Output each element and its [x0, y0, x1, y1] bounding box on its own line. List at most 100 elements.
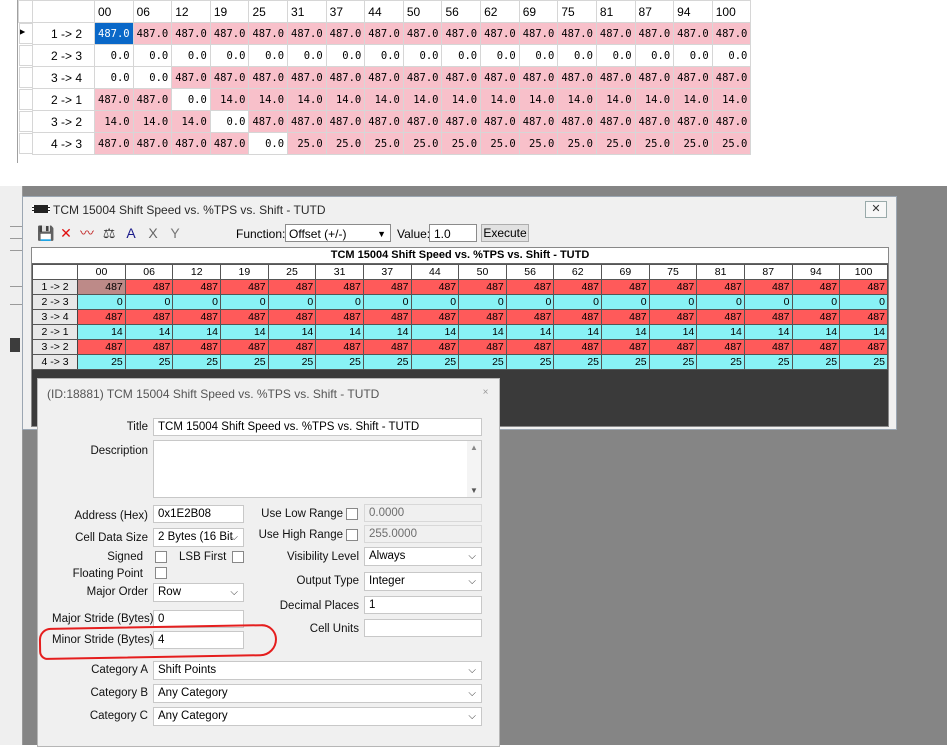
grid-cell[interactable]: 25.0	[364, 132, 404, 155]
top-grid-column-header[interactable]: 44	[364, 0, 404, 23]
grid-cell[interactable]: 0.0	[171, 88, 211, 111]
grid-cell[interactable]: 14.0	[94, 110, 134, 133]
grid-cell[interactable]: 25	[267, 354, 317, 370]
grid-cell[interactable]: 487	[124, 279, 174, 295]
scale-icon[interactable]: ⚖	[101, 225, 117, 241]
top-grid-column-header[interactable]: 94	[673, 0, 713, 23]
grid-column-header[interactable]: 19	[220, 264, 269, 280]
table-row[interactable]: ▸ 1 -> 2 487.0 487.0 487.0 487.0 487.0 487.0 487…	[18, 22, 752, 45]
grid-cell[interactable]: 487.0	[402, 110, 443, 133]
decimal-places-input[interactable]: 1	[364, 596, 482, 614]
grid-cell[interactable]: 487	[696, 339, 745, 355]
major-order-select[interactable]: Row ⌵	[153, 583, 244, 602]
grid-cell[interactable]: 14.0	[132, 110, 173, 133]
delete-icon[interactable]: ✕	[58, 225, 74, 241]
grid-row-header[interactable]: 3 -> 2	[31, 339, 79, 355]
grid-cell[interactable]: 487	[505, 309, 555, 325]
grid-cell[interactable]: 487	[601, 309, 650, 325]
clear-icon[interactable]: X	[145, 225, 161, 241]
row-selector[interactable]	[18, 66, 33, 88]
grid-column-header[interactable]: 62	[553, 264, 603, 280]
grid-cell[interactable]: 0.0	[634, 44, 675, 67]
grid-column-header[interactable]: 37	[362, 264, 412, 280]
table-row[interactable]: 2 -> 1 487.0 487.0 0.0 14.0 14.0 14.0 14.0 14.0 1…	[18, 88, 752, 111]
grid-cell[interactable]: 487.0	[711, 22, 752, 45]
grid-cell[interactable]: 0	[362, 294, 412, 310]
split-icon[interactable]: Y	[167, 225, 183, 241]
grid-cell[interactable]: 487	[124, 339, 174, 355]
top-grid-column-header[interactable]: 50	[402, 0, 443, 23]
grid-cell[interactable]: 487.0	[364, 110, 404, 133]
grid-cell[interactable]: 14.0	[325, 88, 366, 111]
grid-cell[interactable]: 487	[553, 339, 603, 355]
grid-cell[interactable]: 25	[648, 354, 698, 370]
grid-cell[interactable]: 0	[648, 294, 698, 310]
grid-cell[interactable]: 487.0	[287, 66, 327, 89]
table-row[interactable]: 2 -> 1 14 14 14 14 14 14 14 14 14 14 14 14 14 14 14 14 14	[31, 324, 888, 340]
grid-cell[interactable]: 0	[172, 294, 222, 310]
grid-cell[interactable]: 14	[553, 324, 603, 340]
grid-cell[interactable]: 487	[267, 309, 317, 325]
cell-units-input[interactable]	[364, 619, 482, 637]
grid-cell[interactable]: 487.0	[94, 88, 134, 111]
grid-column-header[interactable]: 25	[267, 264, 317, 280]
table-row[interactable]: 1 -> 2 487 487 487 487 487 487 487 487 487 487 487 4…	[31, 279, 888, 295]
grid-cell[interactable]: 0	[601, 294, 650, 310]
grid-cell[interactable]: 14.0	[595, 88, 636, 111]
grid-cell[interactable]: 25.0	[634, 132, 675, 155]
grid-cell[interactable]: 487	[505, 279, 555, 295]
grid-cell[interactable]: 487.0	[171, 66, 211, 89]
grid-cell[interactable]: 487	[458, 309, 507, 325]
grid-cell[interactable]: 25	[743, 354, 793, 370]
close-button[interactable]: ✕	[865, 201, 887, 218]
grid-cell[interactable]: 0	[220, 294, 269, 310]
grid-column-header[interactable]: 12	[172, 264, 222, 280]
grid-cell[interactable]: 25.0	[402, 132, 443, 155]
grid-cell[interactable]: 487	[77, 339, 126, 355]
grid-cell[interactable]: 0	[124, 294, 174, 310]
grid-row-header[interactable]: 4 -> 3	[31, 354, 79, 370]
grid-cell[interactable]: 0.0	[248, 132, 289, 155]
top-grid-column-header[interactable]: 31	[287, 0, 327, 23]
grid-cell[interactable]: 25	[696, 354, 745, 370]
description-scrollbar[interactable]: ▲ ▼	[467, 441, 481, 497]
grid-cell[interactable]: 0.0	[171, 44, 211, 67]
high-range-input[interactable]: 255.0000	[364, 525, 482, 543]
grid-cell[interactable]: 487	[220, 309, 269, 325]
grid-cell[interactable]: 487	[505, 339, 555, 355]
grid-cell[interactable]: 487	[458, 279, 507, 295]
grid-cell[interactable]: 0	[458, 294, 507, 310]
grid-cell[interactable]: 14.0	[364, 88, 404, 111]
grid-cell[interactable]: 487	[696, 309, 745, 325]
grid-cell[interactable]: 0.0	[287, 44, 327, 67]
grid-cell[interactable]: 487.0	[673, 110, 713, 133]
grid-cell[interactable]: 487	[172, 309, 222, 325]
grid-cell[interactable]: 25	[505, 354, 555, 370]
grid-cell[interactable]: 0.0	[364, 44, 404, 67]
grid-cell[interactable]: 25	[315, 354, 364, 370]
grid-column-header[interactable]: 50	[458, 264, 507, 280]
grid-cell[interactable]: 0.0	[325, 44, 366, 67]
table-row[interactable]: 4 -> 3 487.0 487.0 487.0 487.0 0.0 25.0 25.0 25.…	[18, 132, 752, 155]
grid-cell[interactable]: 14.0	[248, 88, 289, 111]
grid-cell[interactable]: 487.0	[94, 132, 134, 155]
grid-column-header[interactable]: 75	[648, 264, 698, 280]
grid-cell[interactable]: 487	[315, 279, 364, 295]
grid-cell[interactable]: 25	[601, 354, 650, 370]
grid-cell[interactable]: 487	[839, 279, 888, 295]
grid-cell[interactable]: 487.0	[132, 88, 173, 111]
top-grid-column-header[interactable]: 12	[171, 0, 211, 23]
text-icon[interactable]: A	[123, 225, 139, 241]
grid-cell[interactable]: 487.0	[248, 66, 289, 89]
grid-cell[interactable]: 25.0	[325, 132, 366, 155]
grid-cell[interactable]: 25.0	[673, 132, 713, 155]
grid-cell[interactable]: 25	[124, 354, 174, 370]
grid-cell[interactable]: 487	[791, 339, 841, 355]
cell-size-select[interactable]: 2 Bytes (16 Bit ⌵	[153, 528, 244, 547]
grid-cell[interactable]: 0.0	[711, 44, 752, 67]
row-selector[interactable]	[18, 44, 33, 66]
grid-cell[interactable]: 25	[172, 354, 222, 370]
grid-cell[interactable]: 14	[220, 324, 269, 340]
lsb-first-checkbox[interactable]	[232, 551, 244, 563]
grid-cell[interactable]: 487.0	[557, 22, 597, 45]
